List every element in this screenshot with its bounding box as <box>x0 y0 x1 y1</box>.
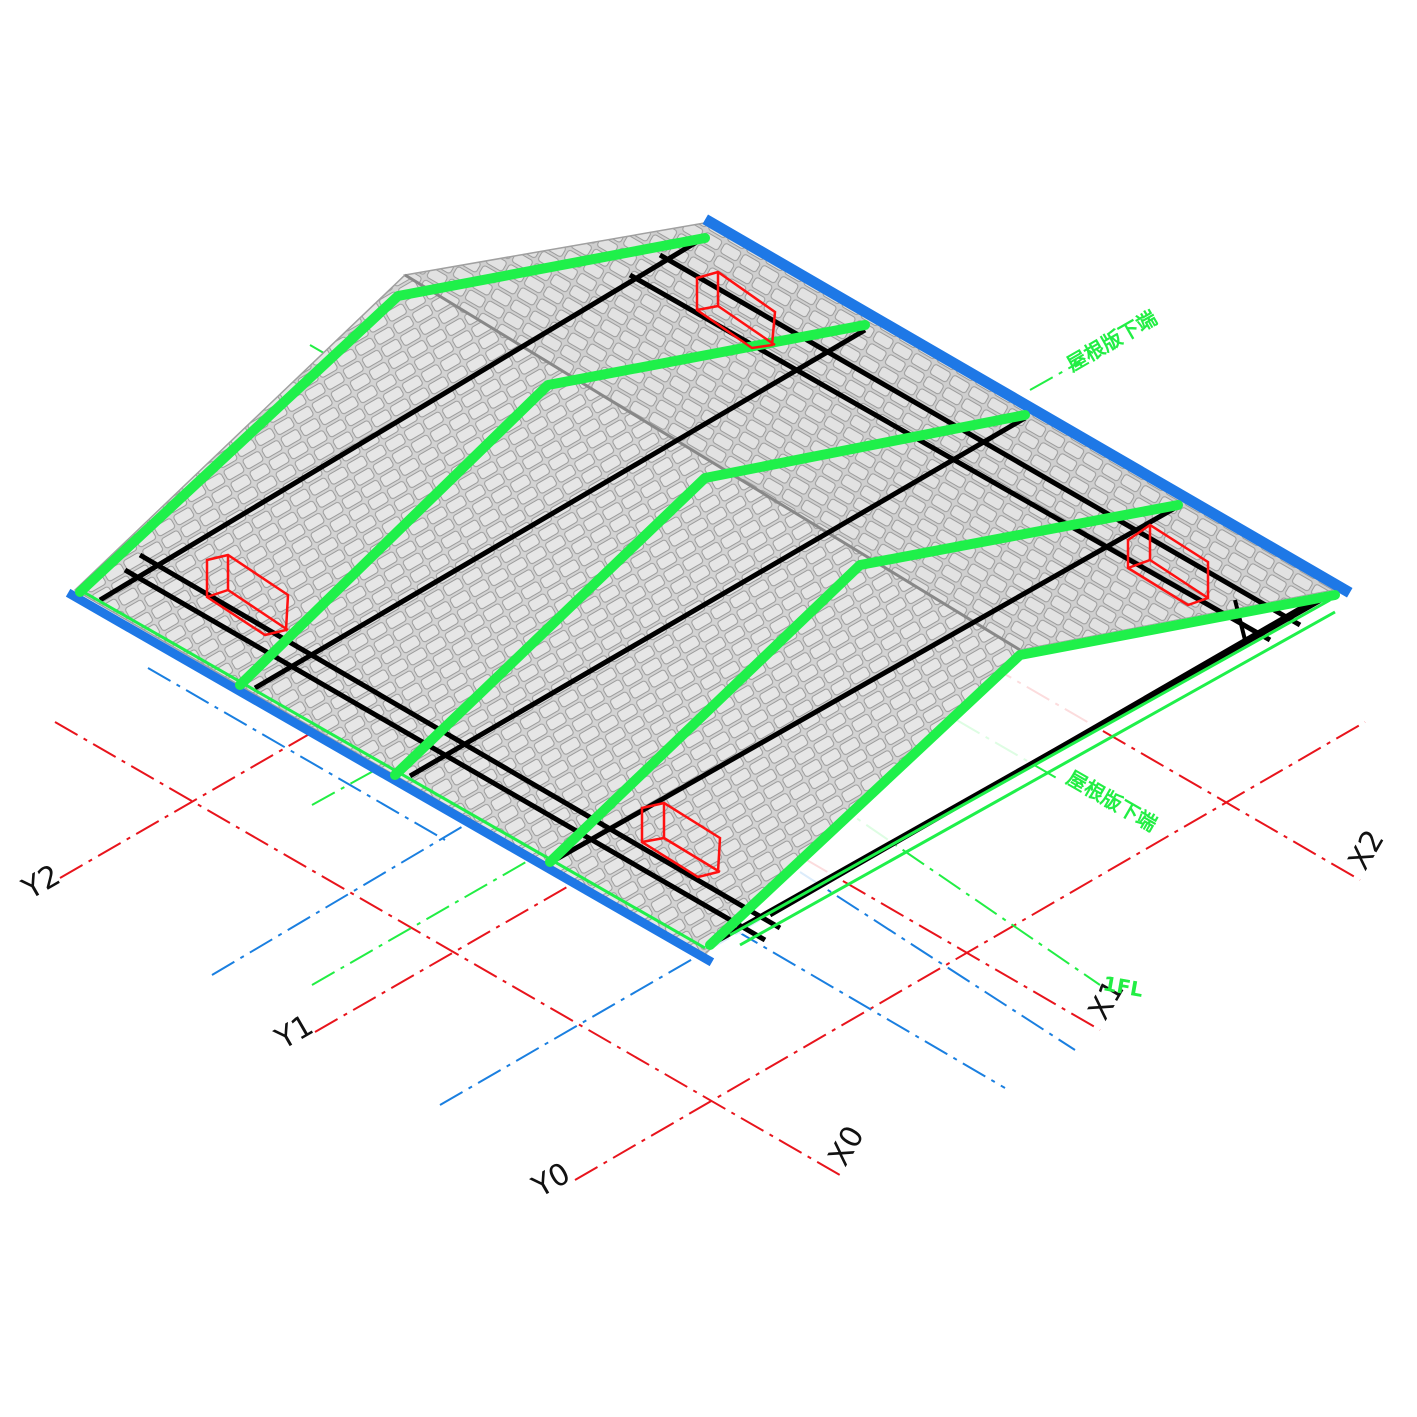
grid-label-x0: X0 <box>822 1120 872 1172</box>
isometric-roof-drawing: Y2 Y1 Y0 X0 X1 X2 屋根版下端 屋根版下端 1FL <box>0 0 1417 1417</box>
grid-label-y1: Y1 <box>269 1008 320 1058</box>
grid-label-y2: Y2 <box>16 858 67 908</box>
grid-label-y0: Y0 <box>526 1156 577 1206</box>
level-label-upper: 屋根版下端 <box>1063 306 1162 377</box>
drawing-svg: Y2 Y1 Y0 X0 X1 X2 屋根版下端 屋根版下端 1FL <box>16 214 1392 1206</box>
level-label-middle: 屋根版下端 <box>1063 766 1162 837</box>
grid-line-blue-5 <box>799 871 1076 1051</box>
grid-label-x2: X2 <box>1342 824 1392 876</box>
